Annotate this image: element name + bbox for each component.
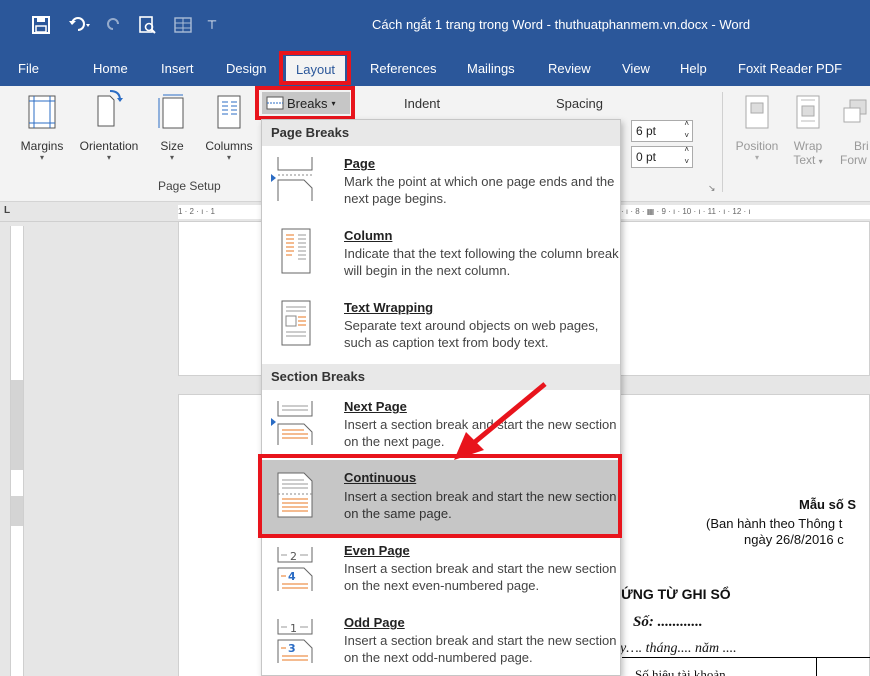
vertical-ruler-margin (11, 380, 23, 470)
red-arrow-annotation (454, 382, 547, 460)
svg-text:1: 1 (290, 622, 297, 635)
menu-item-title: Odd Page (344, 615, 405, 630)
tab-help[interactable]: Help (678, 54, 709, 84)
table-border (816, 657, 817, 676)
document-text: y…. tháng.... năm .... (620, 641, 737, 656)
save-icon[interactable] (30, 13, 52, 37)
tab-selector[interactable]: L (4, 205, 18, 219)
layout-tab-highlight (279, 51, 351, 85)
breaks-button-highlight (255, 86, 355, 120)
tab-design[interactable]: Design (224, 54, 268, 84)
menu-item-description: Mark the point at which one page ends an… (344, 174, 615, 206)
menu-item-odd-page[interactable]: 13 Odd Page Insert a section break and s… (262, 606, 620, 675)
columns-icon (217, 95, 241, 129)
document-text: Mẫu số S (799, 497, 857, 512)
position-button[interactable]: Position ▾ (732, 94, 782, 162)
print-preview-icon[interactable] (136, 13, 158, 37)
bring-forward-button[interactable]: Bri Forw (840, 94, 870, 167)
bring-forward-icon (843, 99, 867, 123)
document-text: Số hiệu tài khoản (635, 667, 726, 676)
page-break-icon (277, 157, 313, 201)
wrap-text-icon (796, 95, 820, 129)
column-break-icon (281, 228, 311, 274)
size-button[interactable]: Size ▾ (154, 94, 190, 162)
margins-button[interactable]: Margins ▾ (12, 94, 72, 162)
menu-item-page-break[interactable]: Page Mark the point at which one page en… (262, 146, 620, 218)
indent-label: Indent (404, 96, 441, 111)
ruler-right-scale: · ı · 8 · ▦ · 9 · ı · 10 · ı · 11 · ı · … (621, 205, 870, 219)
spin-icon[interactable]: ˄ ˅ (684, 118, 689, 142)
undo-icon[interactable] (66, 13, 96, 37)
menu-item-title: Page (344, 156, 376, 171)
odd-page-break-icon: 13 (277, 619, 313, 663)
paragraph-dialog-launcher-icon[interactable]: ↘ (708, 183, 716, 194)
table-border (622, 657, 870, 658)
tab-home[interactable]: Home (91, 54, 130, 84)
menu-item-even-page[interactable]: 24 Even Page Insert a section break and … (262, 534, 620, 606)
menu-item-title: Column (344, 228, 393, 243)
ribbon-tabs: File Home Insert Design Layout Reference… (0, 50, 870, 86)
vertical-ruler[interactable] (10, 226, 24, 676)
vertical-ruler-margin (11, 496, 23, 526)
tab-review[interactable]: Review (546, 54, 593, 84)
menu-item-description: Separate text around objects on web page… (344, 318, 599, 350)
position-icon (745, 95, 769, 129)
svg-text:4: 4 (288, 570, 296, 583)
next-page-break-icon (277, 401, 313, 445)
group-separator (722, 92, 723, 192)
menu-item-description: Insert a section break and start the new… (344, 633, 617, 665)
document-text: ngày 26/8/2016 c (744, 532, 844, 547)
document-text: Số: ............ (633, 614, 703, 630)
document-text: (Ban hành theo Thông t (706, 516, 843, 531)
menu-item-description: Insert a section break and start the new… (344, 561, 617, 593)
ruler-left-scale: 1 · 2 · ı · 1 (178, 205, 268, 219)
menu-item-description: Indicate that the text following the col… (344, 246, 619, 278)
page-breaks-header: Page Breaks (262, 120, 620, 146)
margins-icon (28, 95, 56, 129)
group-label-page-setup: Page Setup (158, 179, 221, 193)
svg-text:2: 2 (290, 550, 297, 563)
columns-button[interactable]: Columns ▾ (198, 94, 260, 162)
even-page-break-icon: 24 (277, 547, 313, 591)
orientation-icon (97, 90, 123, 127)
menu-item-title: Text Wrapping (344, 300, 434, 315)
menu-item-column-break[interactable]: Column Indicate that the text following … (262, 218, 620, 288)
text-wrapping-break-icon (281, 300, 311, 346)
menu-item-text-wrapping-break[interactable]: Text Wrapping Separate text around objec… (262, 288, 620, 362)
spin-icon[interactable]: ˄ ˅ (684, 144, 689, 168)
tab-mailings[interactable]: Mailings (465, 54, 517, 84)
menu-item-title: Next Page (344, 399, 407, 414)
page-size-icon (158, 94, 184, 129)
insert-table-icon[interactable] (172, 13, 194, 37)
tab-foxit-reader-pdf[interactable]: Foxit Reader PDF (736, 54, 844, 84)
tab-view[interactable]: View (620, 54, 652, 84)
menu-item-title: Even Page (344, 543, 410, 558)
tab-file[interactable]: File (16, 54, 41, 84)
svg-text:3: 3 (288, 642, 296, 655)
customize-toolbar-icon[interactable]: ⊤ (204, 13, 220, 37)
redo-icon[interactable] (104, 13, 124, 37)
orientation-button[interactable]: Orientation ▾ (74, 88, 144, 162)
tab-insert[interactable]: Insert (159, 54, 196, 84)
tab-references[interactable]: References (368, 54, 438, 84)
wrap-text-button[interactable]: Wrap Text ▾ (788, 94, 828, 167)
title-bar: ⊤ Cách ngắt 1 trang trong Word - thuthua… (0, 0, 870, 50)
spacing-label: Spacing (556, 96, 603, 111)
spacing-after-input[interactable]: 0 pt ˄ ˅ (631, 144, 693, 168)
window-title: Cách ngắt 1 trang trong Word - thuthuatp… (372, 17, 751, 32)
document-text: HỨNG TỪ GHI SỔ (611, 586, 731, 602)
spacing-before-input[interactable]: 6 pt ˄ ˅ (631, 118, 693, 142)
